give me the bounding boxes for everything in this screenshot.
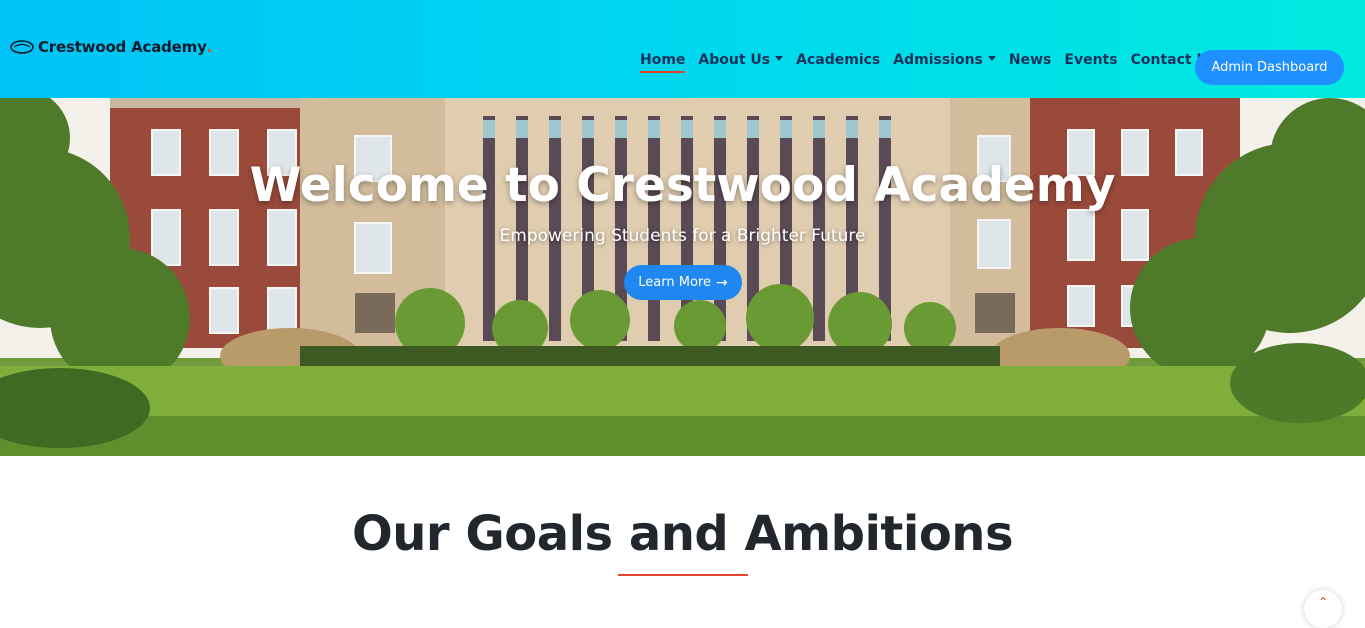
scroll-to-top-button[interactable]: ⌃ (1304, 590, 1342, 628)
chevron-up-icon: ⌃ (1317, 595, 1329, 609)
nav-about-us-label: About Us (698, 52, 771, 68)
nav-about-us[interactable]: About Us (698, 52, 784, 68)
goals-section-title: Our Goals and Ambitions (351, 506, 1014, 562)
brand-dot: . (206, 38, 213, 56)
caret-down-icon (775, 56, 784, 61)
arrow-right-icon: → (715, 274, 728, 291)
learn-more-label: Learn More (638, 275, 711, 290)
hero-banner: Welcome to Crestwood Academy Empowering … (0, 98, 1365, 456)
hero-subtitle: Empowering Students for a Brighter Futur… (499, 226, 866, 246)
nav-academics[interactable]: Academics (796, 52, 880, 68)
hero-title: Welcome to Crestwood Academy (249, 158, 1116, 213)
nav-admissions[interactable]: Admissions (893, 52, 996, 68)
ring-logo-icon (10, 40, 34, 54)
main-nav: Home About Us Academics Admissions News … (640, 52, 1229, 73)
top-navbar: Crestwood Academy. Home About Us Academi… (0, 0, 1365, 98)
brand[interactable]: Crestwood Academy. (10, 38, 212, 56)
admin-dashboard-button[interactable]: Admin Dashboard (1195, 50, 1344, 85)
nav-home[interactable]: Home (640, 52, 686, 73)
learn-more-button[interactable]: Learn More → (624, 265, 742, 300)
nav-news[interactable]: News (1009, 52, 1051, 68)
nav-admissions-label: Admissions (893, 52, 983, 68)
nav-events[interactable]: Events (1064, 52, 1117, 68)
goals-title-underline (618, 574, 748, 576)
caret-down-icon (987, 56, 996, 61)
brand-name: Crestwood Academy (38, 38, 207, 56)
